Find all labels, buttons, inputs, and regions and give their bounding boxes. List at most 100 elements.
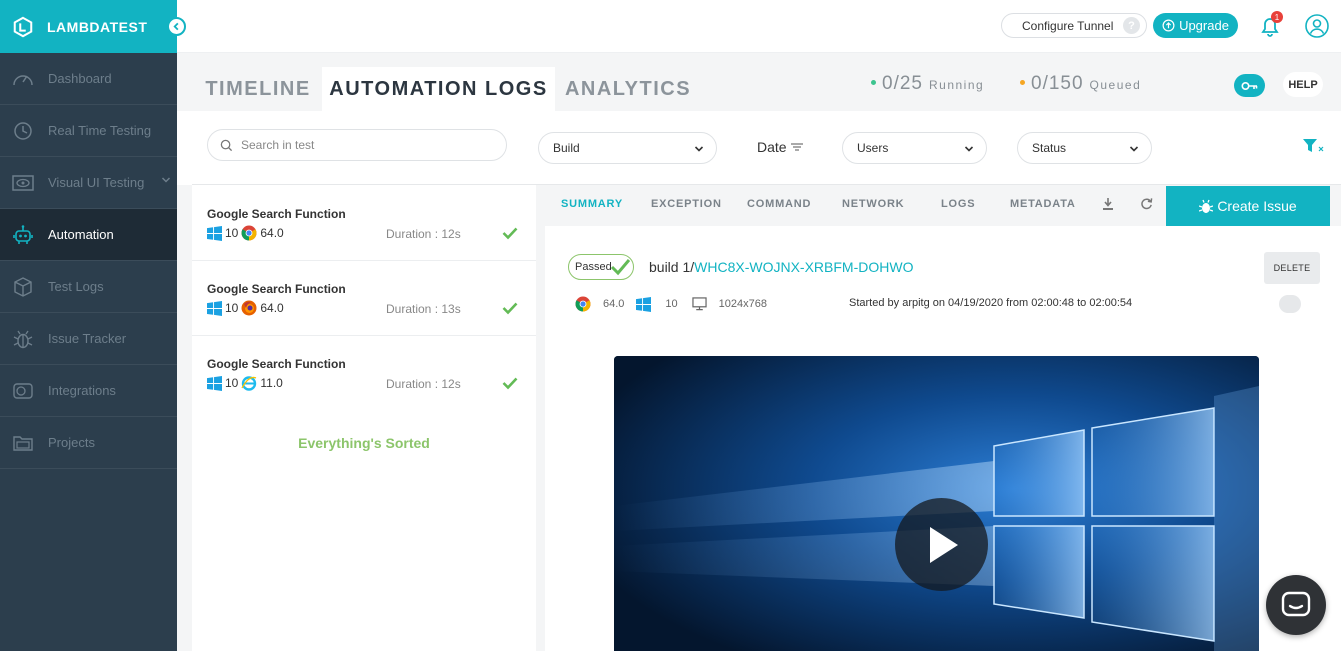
pane-divider[interactable] <box>536 185 545 651</box>
internet-explorer-icon <box>241 376 257 391</box>
lambdatest-logo-icon <box>13 16 33 37</box>
running-count: 0/25 <box>882 73 923 94</box>
configure-tunnel-button[interactable]: Configure Tunnel ? <box>1001 13 1147 38</box>
build-prefix: build 1/ <box>649 259 695 275</box>
chat-widget-button[interactable] <box>1266 575 1326 635</box>
profile-button[interactable] <box>1304 13 1330 39</box>
search-icon <box>220 139 233 151</box>
create-issue-label: Create Issue <box>1217 198 1297 214</box>
sidebar-item-test-logs[interactable]: Test Logs <box>0 261 177 313</box>
access-key-button[interactable] <box>1234 74 1265 97</box>
brand-name: LAMBDATEST <box>47 18 148 35</box>
chat-icon <box>1281 591 1311 617</box>
key-icon <box>1240 81 1257 90</box>
tab-exception[interactable]: EXCEPTION <box>651 198 722 210</box>
firefox-icon <box>241 300 257 316</box>
main-tabs-bar: TIMELINE AUTOMATION LOGS ANALYTICS 0/25 … <box>177 53 1341 111</box>
test-detail-pane: SUMMARY EXCEPTION COMMAND NETWORK LOGS M… <box>545 185 1341 651</box>
chrome-icon <box>241 225 257 241</box>
test-name: Google Search Function <box>207 282 346 296</box>
tab-automation-logs[interactable]: AUTOMATION LOGS <box>322 67 555 111</box>
test-environment: 10 64.0 <box>207 225 284 241</box>
bug-icon <box>1199 199 1214 213</box>
date-filter-button[interactable]: Date <box>757 139 804 155</box>
brand-header[interactable]: LAMBDATEST <box>0 0 186 53</box>
windows-icon <box>207 225 222 241</box>
arrow-up-circle-icon <box>1162 19 1175 32</box>
detail-subtabs: SUMMARY EXCEPTION COMMAND NETWORK LOGS M… <box>545 185 1341 226</box>
help-button[interactable]: HELP <box>1283 72 1323 97</box>
sidebar-item-dashboard[interactable]: Dashboard <box>0 53 177 105</box>
sidebar-item-automation[interactable]: Automation <box>0 209 177 261</box>
test-list-item[interactable]: Google Search Function 10 11.0 Duration … <box>192 336 536 411</box>
refresh-icon[interactable] <box>1140 197 1153 210</box>
build-filter-select[interactable]: Build <box>538 132 717 164</box>
eye-screen-icon <box>10 170 36 196</box>
windows-icon <box>207 375 222 391</box>
list-gutter <box>177 185 192 651</box>
notification-count-badge: 1 <box>1271 11 1283 23</box>
test-duration: Duration : 12s <box>386 227 461 241</box>
filter-bar: Build Date Users Status <box>192 111 1341 185</box>
sidebar-item-projects[interactable]: Projects <box>0 417 177 469</box>
chevron-down-icon <box>964 146 974 152</box>
sidebar-item-label: Dashboard <box>48 71 112 86</box>
notifications-button[interactable]: 1 <box>1257 11 1283 39</box>
sidebar-item-label: Visual UI Testing <box>48 175 145 190</box>
sidebar-item-label: Projects <box>48 435 95 450</box>
tab-summary[interactable]: SUMMARY <box>561 198 623 210</box>
upgrade-button[interactable]: Upgrade <box>1153 13 1238 38</box>
sidebar-item-label: Test Logs <box>48 279 104 294</box>
date-filter-label: Date <box>757 139 787 155</box>
os-version: 10 <box>225 301 239 315</box>
test-environment: 10 11.0 <box>207 375 283 391</box>
chevron-left-icon <box>173 22 179 31</box>
delete-button[interactable]: DELETE <box>1264 252 1320 284</box>
sidebar: LAMBDATEST Dashboard Real Time Testing V… <box>0 0 186 651</box>
tab-network[interactable]: NETWORK <box>842 198 904 210</box>
test-environment: 10 64.0 <box>207 300 284 316</box>
search-input[interactable] <box>241 138 481 152</box>
build-id-link[interactable]: WHC8X-WOJNX-XRBFM-DOHWO <box>694 259 913 275</box>
sidebar-item-visual-ui-testing[interactable]: Visual UI Testing <box>0 157 177 209</box>
clear-filters-button[interactable] <box>1302 138 1326 159</box>
queued-dot <box>1020 80 1025 85</box>
play-button[interactable] <box>895 498 988 591</box>
started-info: Started by arpitg on 04/19/2020 from 02:… <box>849 297 1133 309</box>
everything-sorted-message: Everything's Sorted <box>298 435 430 451</box>
search-box[interactable] <box>207 129 507 161</box>
sidebar-item-label: Real Time Testing <box>48 123 152 138</box>
test-list-item[interactable]: Google Search Function 10 64.0 Duration … <box>192 186 536 261</box>
help-question-icon[interactable]: ? <box>1123 17 1140 34</box>
chevron-down-icon <box>694 146 704 152</box>
folder-icon <box>10 430 36 456</box>
os-version: 10 <box>225 226 239 240</box>
tab-logs[interactable]: LOGS <box>941 198 975 210</box>
tab-metadata[interactable]: METADATA <box>1010 198 1076 210</box>
configure-tunnel-label: Configure Tunnel <box>1022 18 1114 33</box>
windows-icon <box>636 296 652 312</box>
status-filter-label: Status <box>1032 141 1067 155</box>
environment-row: 64.0 10 1024x768 <box>575 296 767 312</box>
sidebar-item-real-time-testing[interactable]: Real Time Testing <box>0 105 177 157</box>
toggle-icon[interactable] <box>1279 295 1301 313</box>
test-video-player[interactable] <box>614 356 1259 651</box>
collapse-sidebar-button[interactable] <box>167 17 186 36</box>
check-icon <box>502 302 518 315</box>
download-icon[interactable] <box>1102 197 1114 211</box>
browser-version: 64.0 <box>260 301 284 315</box>
users-filter-select[interactable]: Users <box>842 132 987 164</box>
running-label: Running <box>928 78 985 92</box>
sidebar-item-integrations[interactable]: Integrations <box>0 365 177 417</box>
tab-timeline[interactable]: TIMELINE <box>193 67 323 111</box>
tab-analytics[interactable]: ANALYTICS <box>557 67 699 111</box>
sidebar-item-label: Automation <box>48 227 114 242</box>
browser-version: 64.0 <box>603 298 625 310</box>
tab-command[interactable]: COMMAND <box>747 198 811 210</box>
create-issue-button[interactable]: Create Issue <box>1166 186 1330 226</box>
windows-icon <box>207 300 222 316</box>
sidebar-item-label: Integrations <box>48 383 116 398</box>
test-list-item[interactable]: Google Search Function 10 64.0 Duration … <box>192 261 536 336</box>
status-filter-select[interactable]: Status <box>1017 132 1152 164</box>
sidebar-item-issue-tracker[interactable]: Issue Tracker <box>0 313 177 365</box>
